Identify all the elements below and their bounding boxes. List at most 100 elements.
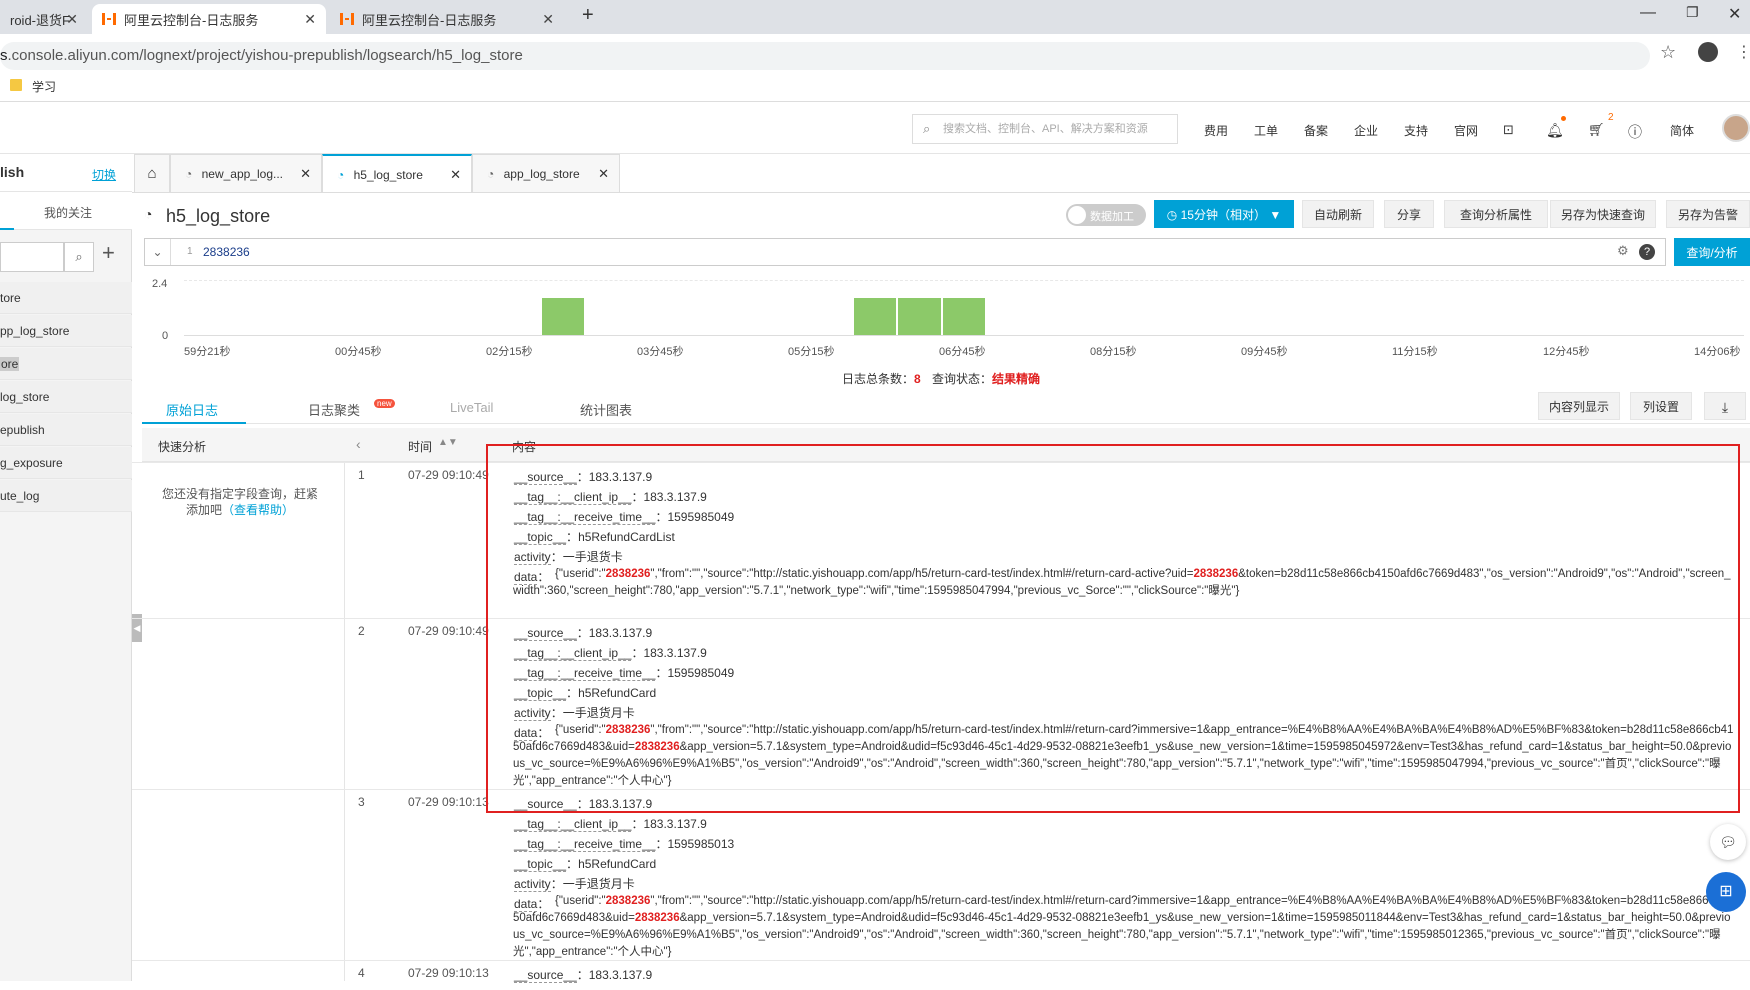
minimize-icon[interactable]: — — [1640, 4, 1656, 22]
browser-tab-1[interactable]: roid-退货F ✕ — [0, 4, 88, 34]
total-label: 日志总条数： — [841, 372, 914, 386]
save-quick-query-button[interactable]: 另存为快速查询 — [1550, 200, 1656, 228]
query-match-highlight: 2838236 — [605, 895, 651, 907]
close-icon[interactable]: ✕ — [304, 11, 316, 28]
content-column-button[interactable]: 内容列显示 — [1538, 392, 1620, 420]
tab-log-cluster[interactable]: 日志聚类 — [308, 400, 360, 419]
switch-link[interactable]: 切换 — [92, 166, 116, 183]
star-icon[interactable]: ☆ — [1660, 42, 1676, 63]
nav-official[interactable]: 官网 — [1454, 122, 1478, 139]
nav-support[interactable]: 支持 — [1404, 122, 1428, 139]
lang-switch[interactable]: 简体 — [1670, 122, 1694, 139]
tab-livetail[interactable]: LiveTail — [450, 400, 493, 415]
search-icon[interactable]: ⌕ — [64, 242, 94, 272]
x-tick-label: 06分45秒 — [939, 346, 986, 358]
query-match-highlight: 2838236 — [634, 912, 680, 924]
menu-icon[interactable]: ⋮ — [1736, 42, 1750, 62]
query-props-button[interactable]: 查询分析属性 — [1444, 200, 1548, 228]
profile-icon[interactable] — [1698, 42, 1718, 62]
field-value[interactable]: h5RefundCard — [578, 857, 656, 871]
store-item[interactable]: g_exposure — [0, 447, 132, 479]
store-search-input[interactable] — [0, 242, 64, 272]
close-icon[interactable]: ✕ — [542, 11, 554, 28]
tab-stats-chart[interactable]: 统计图表 — [580, 400, 632, 419]
help-icon[interactable]: ⓘ — [1628, 122, 1642, 142]
help-icon[interactable]: ? — [1639, 244, 1655, 260]
save-alert-button[interactable]: 另存为告警 — [1666, 200, 1750, 228]
chevron-down-icon[interactable]: ⌄ — [145, 239, 171, 265]
field-key[interactable]: __tag__:__receive_time__ — [514, 837, 656, 852]
store-item[interactable]: ute_log — [0, 480, 132, 512]
time-range-select[interactable]: ◷ 15分钟（相对） ▼ — [1154, 200, 1294, 228]
x-axis-ticks: 59分21秒 00分45秒 02分15秒 03分45秒 05分15秒 06分45秒 08分1… — [184, 343, 1744, 358]
terminal-icon[interactable]: ⊡ — [1503, 122, 1514, 138]
bookmark-study[interactable]: 学习 — [32, 78, 56, 95]
field-key[interactable]: __tag__:__client_ip__ — [514, 817, 632, 832]
close-icon[interactable]: ✕ — [300, 155, 311, 193]
close-icon[interactable]: ✕ — [66, 11, 78, 28]
data-value[interactable]: {"userid":"2838236","from":"","source":"… — [513, 893, 1735, 961]
log-field: __source__：183.3.137.9 — [514, 966, 652, 983]
close-icon[interactable]: ✕ — [598, 155, 609, 193]
home-tab[interactable]: ⌂ — [134, 154, 170, 192]
close-icon[interactable]: ✕ — [450, 156, 461, 194]
field-value[interactable]: 1595985013 — [667, 837, 734, 851]
histogram-bar[interactable] — [898, 298, 941, 335]
field-value[interactable]: 183.3.137.9 — [643, 817, 706, 831]
console-search-input[interactable]: ⌕ 搜索文档、控制台、API、解决方案和资源 — [912, 114, 1178, 144]
tab-my-follow[interactable]: 我的关注 — [44, 204, 92, 221]
chevron-left-icon[interactable]: ‹ — [356, 436, 361, 452]
chat-icon[interactable]: 💬︎ — [1710, 824, 1746, 860]
window-close-icon[interactable]: ✕ — [1728, 4, 1741, 24]
new-tab-icon[interactable]: + — [582, 4, 594, 27]
follow-tab-row: 我的关注 — [0, 192, 132, 230]
store-item[interactable]: tore — [0, 282, 132, 314]
download-icon[interactable]: ⤓ — [1704, 392, 1746, 420]
time-column-header[interactable]: 时间 — [408, 438, 432, 455]
restore-icon[interactable]: ❐ — [1686, 4, 1699, 21]
field-value[interactable]: 一手退货月卡 — [563, 877, 635, 891]
data-process-toggle[interactable]: 数据加工 — [1066, 204, 1146, 226]
avatar[interactable] — [1722, 114, 1750, 142]
tab-new-app-log[interactable]: ◔ new_app_log... ✕ — [170, 154, 322, 192]
field-key[interactable]: __topic__ — [514, 857, 567, 872]
store-item[interactable]: epublish — [0, 414, 132, 446]
url-field[interactable]: s.console.aliyun.com/lognext/project/yis… — [0, 42, 1650, 70]
auto-refresh-button[interactable]: 自动刷新 — [1302, 200, 1374, 228]
bell-icon[interactable]: 🔔︎ — [1546, 122, 1564, 139]
browser-tab-3[interactable]: 阿里云控制台-日志服务 ✕ — [330, 4, 564, 34]
histogram-bar[interactable] — [541, 298, 585, 335]
toggle-label: 数据加工 — [1090, 211, 1134, 223]
sort-icon[interactable]: ▲▼ — [438, 437, 458, 448]
field-value[interactable]: 183.3.137.9 — [589, 968, 652, 982]
aliyun-logo-icon — [340, 13, 354, 25]
add-store-icon[interactable]: + — [102, 240, 115, 266]
y-tick-max: 2.4 — [152, 276, 167, 290]
nav-beian[interactable]: 备案 — [1304, 122, 1328, 139]
query-analyze-button[interactable]: 查询/分析 — [1674, 238, 1750, 266]
share-button[interactable]: 分享 — [1384, 200, 1434, 228]
x-tick-label: 03分45秒 — [637, 346, 684, 358]
nav-enterprise[interactable]: 企业 — [1354, 122, 1378, 139]
tab-app-log-store[interactable]: ◔ app_log_store ✕ — [472, 154, 620, 192]
browser-tab-2[interactable]: 阿里云控制台-日志服务 ✕ — [92, 4, 326, 34]
tab-raw-log[interactable]: 原始日志 — [166, 400, 218, 419]
tab-h5-log-store[interactable]: ◔ h5_log_store ✕ — [322, 154, 472, 193]
histogram-bar[interactable] — [853, 298, 897, 335]
gear-icon[interactable]: ⚙ — [1617, 243, 1629, 259]
field-separator: ： — [550, 877, 563, 891]
histogram-bar[interactable] — [942, 298, 986, 335]
apps-icon[interactable]: ⊞ — [1706, 872, 1746, 912]
log-field: __tag__:__receive_time__：1595985013 — [514, 835, 734, 852]
nav-ticket[interactable]: 工单 — [1254, 122, 1278, 139]
table-row[interactable] — [132, 960, 1750, 990]
logstore-icon: ◔ — [185, 167, 193, 181]
store-item[interactable]: pp_log_store — [0, 315, 132, 347]
column-settings-button[interactable]: 列设置 — [1630, 392, 1692, 420]
query-editor[interactable]: ⌄ 1 2838236 ⚙ ? — [144, 238, 1666, 266]
field-separator: ： — [631, 817, 644, 831]
field-key[interactable]: activity — [514, 877, 551, 892]
nav-fee[interactable]: 费用 — [1204, 122, 1228, 139]
query-text[interactable]: 2838236 — [203, 245, 250, 259]
cart-icon[interactable]: 🛒︎ — [1588, 122, 1605, 138]
